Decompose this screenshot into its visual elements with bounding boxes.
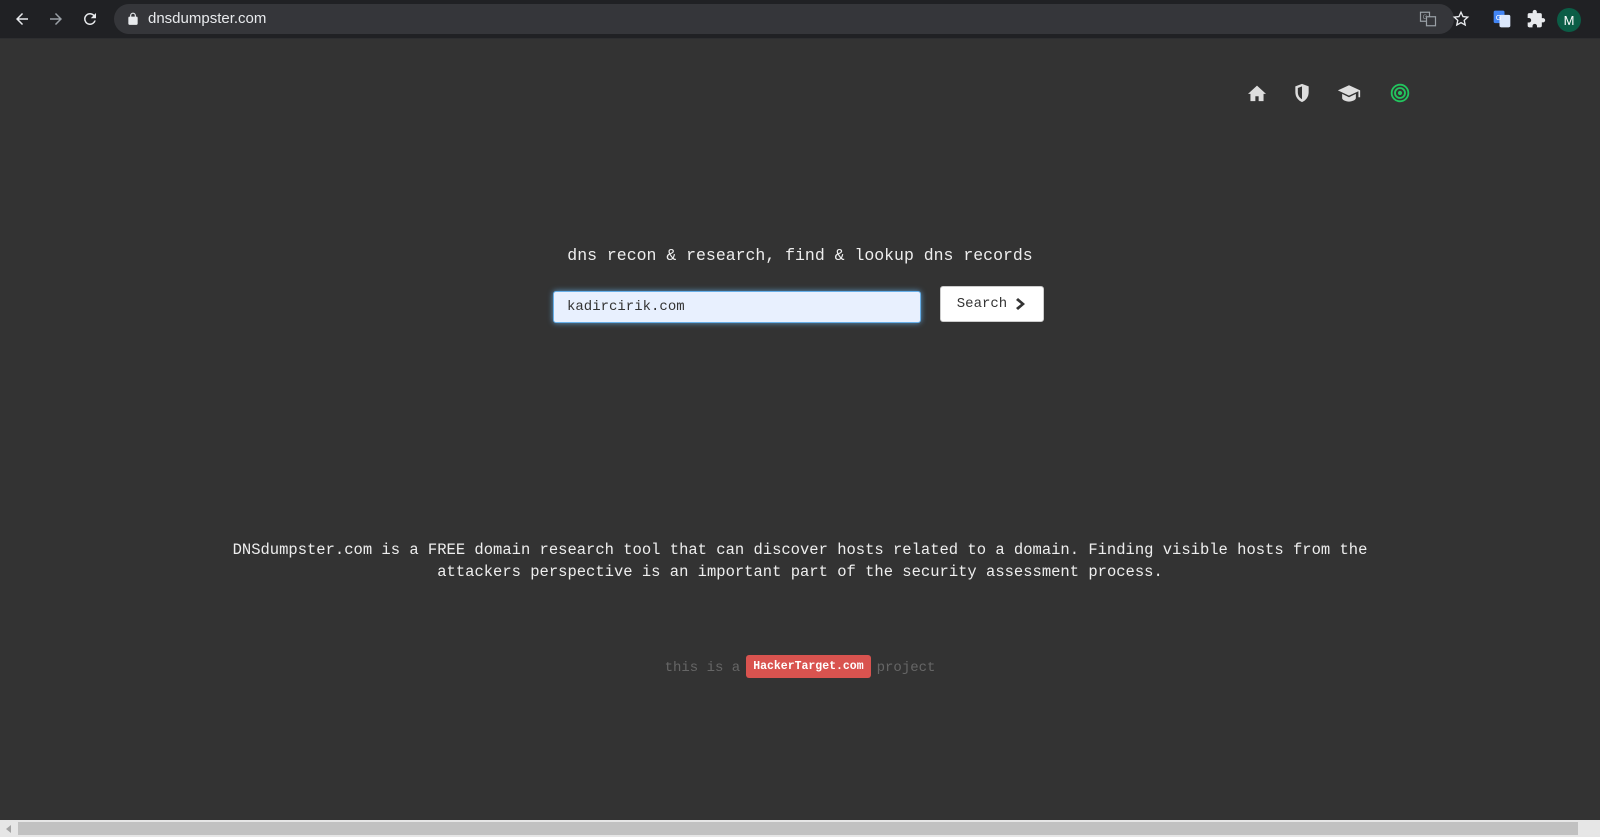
arrow-right-icon — [50, 13, 62, 25]
top-nav-icons — [0, 81, 1600, 105]
url-text: dnsdumpster.com — [148, 10, 267, 27]
footer-suffix: project — [876, 660, 936, 677]
arrow-left-icon — [16, 13, 28, 25]
horizontal-scrollbar[interactable] — [0, 820, 1600, 837]
profile-avatar[interactable]: M — [1557, 8, 1581, 32]
reload-button[interactable] — [77, 6, 103, 32]
tagline: dns recon & research, find & lookup dns … — [567, 246, 1033, 265]
extensions-puzzle-icon[interactable] — [1525, 8, 1547, 30]
scrollbar-thumb[interactable] — [18, 822, 1578, 835]
page-body: dns recon & research, find & lookup dns … — [0, 39, 1600, 819]
svg-text:G: G — [1496, 13, 1502, 22]
browser-toolbar: dnsdumpster.com G G M — [0, 0, 1600, 39]
description-text: DNSdumpster.com is a FREE domain researc… — [232, 541, 1368, 581]
search-button-label: Search — [956, 296, 1008, 312]
home-icon[interactable] — [1245, 81, 1269, 105]
graduation-cap-icon[interactable] — [1337, 81, 1361, 105]
translate-icon[interactable]: G — [1419, 10, 1437, 28]
search-button[interactable]: Search — [940, 286, 1044, 322]
reload-icon — [84, 13, 96, 25]
target-icon[interactable] — [1388, 81, 1412, 105]
chevron-right-icon — [1016, 298, 1026, 310]
google-translate-extension-icon[interactable]: G — [1491, 8, 1513, 30]
footer-prefix: this is a — [664, 660, 741, 677]
scroll-left-arrow[interactable] — [0, 820, 17, 837]
footer: this is a HackerTarget.com project — [0, 655, 1600, 679]
star-icon[interactable] — [1452, 10, 1470, 28]
address-bar[interactable]: dnsdumpster.com G — [114, 4, 1470, 34]
hackertarget-link[interactable]: HackerTarget.com — [746, 655, 871, 678]
domain-search-input[interactable] — [553, 291, 921, 323]
caret-left-icon — [5, 824, 11, 833]
forward-button[interactable] — [43, 6, 69, 32]
svg-text:G: G — [1423, 15, 1428, 21]
back-button[interactable] — [9, 6, 35, 32]
shield-icon[interactable] — [1290, 81, 1314, 105]
lock-icon — [128, 12, 138, 25]
